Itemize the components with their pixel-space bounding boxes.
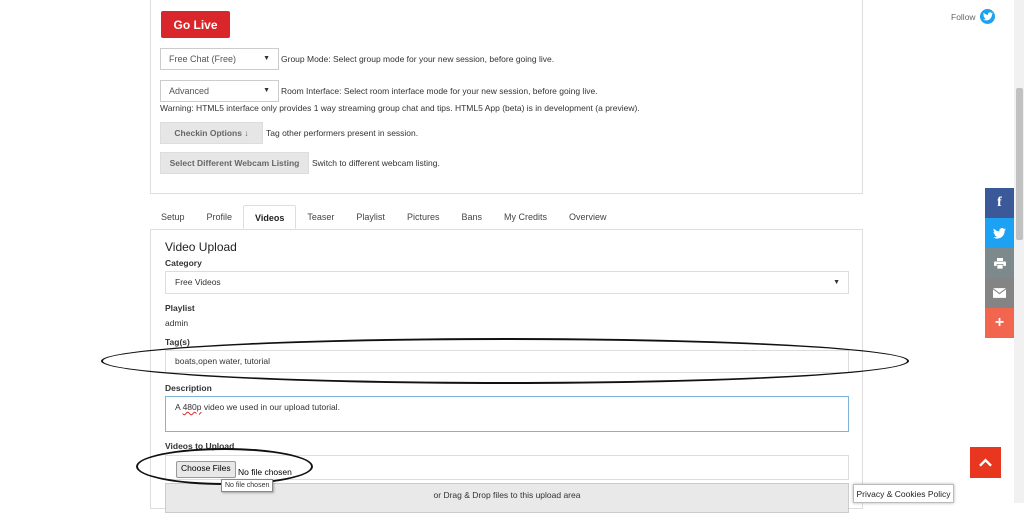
print-icon — [993, 257, 1006, 269]
group-mode-value: Free Chat (Free) — [169, 54, 237, 64]
description-textarea[interactable]: A 480p video we used in our upload tutor… — [165, 396, 849, 432]
settings-tabs: Setup Profile Videos Teaser Playlist Pic… — [150, 205, 618, 229]
tab-videos[interactable]: Videos — [243, 205, 297, 229]
group-mode-help: Group Mode: Select group mode for your n… — [281, 54, 555, 64]
room-interface-select[interactable]: Advanced ▼ — [160, 80, 279, 102]
html5-warning: Warning: HTML5 interface only provides 1… — [160, 103, 640, 113]
description-text: A — [175, 402, 183, 412]
chevron-down-icon: ▼ — [263, 87, 270, 94]
checkin-options-button[interactable]: Checkin Options ↓ — [160, 122, 263, 144]
room-interface-value: Advanced — [169, 86, 210, 96]
plus-icon: + — [994, 314, 1005, 331]
tab-playlist[interactable]: Playlist — [345, 205, 396, 229]
follow-label: Follow — [951, 12, 976, 22]
category-select[interactable]: Free Videos ▼ — [165, 271, 849, 294]
category-label: Category — [165, 258, 202, 268]
twitter-share-button[interactable] — [985, 218, 1014, 248]
page-scrollbar-thumb[interactable] — [1016, 88, 1023, 240]
go-live-button[interactable]: Go Live — [161, 11, 230, 38]
description-text-misspelled: 480p — [182, 402, 202, 412]
tab-bans[interactable]: Bans — [450, 205, 493, 229]
playlist-label: Playlist — [165, 303, 195, 313]
room-interface-help: Room Interface: Select room interface mo… — [281, 86, 598, 96]
description-text: video we used in our upload tutorial. — [201, 402, 340, 412]
tab-profile[interactable]: Profile — [196, 205, 244, 229]
select-webcam-listing-button[interactable]: Select Different Webcam Listing — [160, 152, 309, 174]
video-upload-heading: Video Upload — [165, 240, 237, 254]
twitter-follow-icon[interactable] — [980, 9, 995, 24]
chevron-down-icon: ▼ — [263, 55, 270, 62]
category-value: Free Videos — [175, 277, 221, 287]
facebook-share-button[interactable]: f — [985, 188, 1014, 218]
session-settings-card: Go Live Free Chat (Free) ▼ Group Mode: S… — [150, 0, 863, 194]
tab-overview[interactable]: Overview — [558, 205, 618, 229]
tab-setup[interactable]: Setup — [150, 205, 196, 229]
file-input-tooltip: No file chosen — [221, 479, 274, 492]
facebook-icon: f — [997, 195, 1002, 210]
tab-teaser[interactable]: Teaser — [296, 205, 345, 229]
description-label: Description — [165, 383, 212, 393]
tab-my-credits[interactable]: My Credits — [493, 205, 558, 229]
page-scrollbar-track[interactable] — [1014, 0, 1024, 503]
playlist-value: admin — [165, 318, 189, 328]
tab-pictures[interactable]: Pictures — [396, 205, 451, 229]
print-share-button[interactable] — [985, 248, 1014, 278]
checkin-help: Tag other performers present in session. — [266, 128, 419, 138]
more-share-button[interactable]: + — [985, 308, 1014, 338]
webcam-help: Switch to different webcam listing. — [312, 158, 440, 168]
back-to-top-button[interactable] — [970, 447, 1001, 478]
twitter-icon — [993, 227, 1006, 239]
chevron-up-icon — [979, 458, 992, 467]
privacy-cookies-policy-button[interactable]: Privacy & Cookies Policy — [853, 484, 954, 503]
tags-highlight-ellipse — [101, 338, 909, 384]
email-icon — [993, 288, 1006, 298]
chevron-down-icon: ▼ — [833, 279, 840, 286]
email-share-button[interactable] — [985, 278, 1014, 308]
group-mode-select[interactable]: Free Chat (Free) ▼ — [160, 48, 279, 70]
tags-label: Tag(s) — [165, 337, 190, 347]
